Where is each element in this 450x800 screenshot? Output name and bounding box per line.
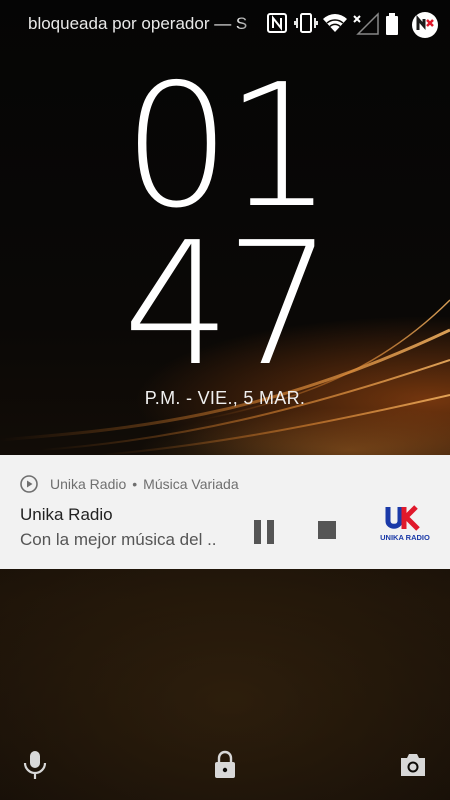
wifi-icon xyxy=(323,14,347,32)
carrier-status-text: bloqueada por operador — S xyxy=(28,14,248,33)
notification-header: Unika Radio • Música Variada xyxy=(20,475,239,493)
logo-text: UNIKA RADIO xyxy=(380,533,430,542)
no-signal-icon xyxy=(353,12,379,35)
notification-title: Unika Radio xyxy=(20,505,113,524)
pause-bar-right xyxy=(267,520,274,544)
pause-button[interactable] xyxy=(250,518,278,546)
status-bar: bloqueada por operador — S xyxy=(0,0,450,50)
clock-minute: 47 xyxy=(122,206,333,404)
notification-subtitle: Música Variada xyxy=(143,476,239,492)
play-circle-icon xyxy=(20,475,38,493)
battery-icon xyxy=(386,13,398,35)
notification-text: Con la mejor música del .. xyxy=(20,530,217,549)
vibrate-icon xyxy=(294,13,318,33)
lock-icon[interactable] xyxy=(212,750,238,780)
date-label: P.M. - VIE., 5 MAR. xyxy=(144,388,306,408)
microphone-icon[interactable] xyxy=(22,750,48,780)
app-notification-icon xyxy=(412,12,438,38)
media-notification[interactable]: Unika Radio • Música Variada Unika Radio… xyxy=(0,455,450,569)
camera-icon[interactable] xyxy=(398,752,428,778)
nfc-icon xyxy=(267,13,287,33)
unika-radio-logo: UNIKA RADIO xyxy=(380,503,430,543)
pause-bar-left xyxy=(254,520,261,544)
stop-button[interactable] xyxy=(318,521,336,539)
notification-app-name: Unika Radio xyxy=(50,476,127,492)
header-separator: • xyxy=(132,476,138,492)
